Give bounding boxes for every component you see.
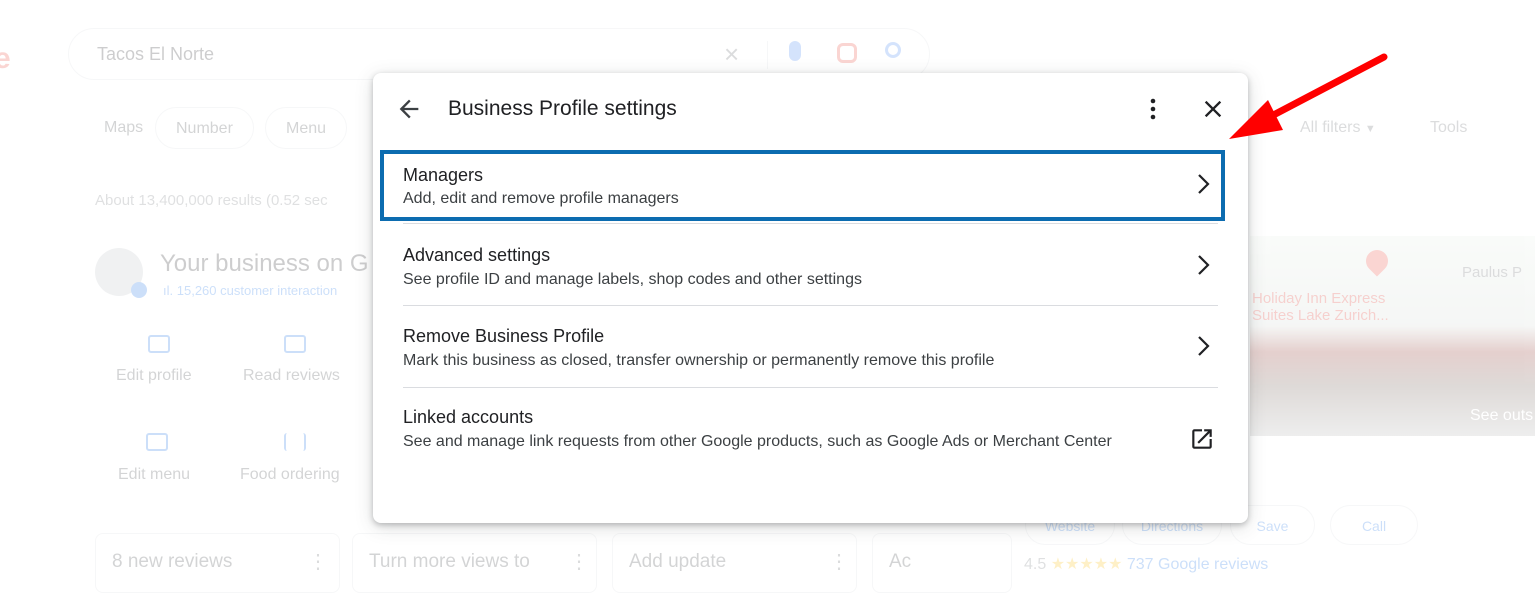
card-label: Ac (889, 551, 912, 572)
food-ordering-button[interactable]: Food ordering (240, 466, 340, 484)
edit-profile-button[interactable]: Edit profile (116, 367, 192, 385)
item-description: See and manage link requests from other … (403, 433, 1112, 450)
reviews-link[interactable]: 737 Google reviews (1127, 556, 1268, 573)
card-label: Turn more views to (369, 551, 530, 572)
search-query[interactable]: Tacos El Norte (97, 44, 214, 65)
item-description: Mark this business as closed, transfer o… (403, 352, 995, 369)
card-new-reviews[interactable]: 8 new reviews ⋮ (95, 533, 340, 593)
store-icon (148, 335, 170, 353)
item-title: Managers (403, 165, 484, 185)
read-reviews-button[interactable]: Read reviews (243, 367, 340, 385)
more-vert-icon[interactable]: ⋮ (308, 549, 328, 574)
call-button[interactable]: Call (1330, 505, 1418, 545)
map-place-label: Paulus P (1462, 264, 1523, 281)
map-hotel-label: Holiday Inn Express Suites Lake Zurich..… (1252, 290, 1389, 324)
dialog-title: Business Profile settings (448, 97, 677, 120)
all-filters-label: All filters (1300, 119, 1361, 136)
lens-icon[interactable] (837, 43, 857, 63)
chip-maps[interactable]: Maps (84, 107, 163, 149)
card-views[interactable]: Turn more views to ⋮ (352, 533, 597, 593)
item-title: Remove Business Profile (403, 326, 605, 346)
menu-book-icon (146, 433, 168, 451)
chip-number[interactable]: Number (155, 107, 254, 149)
bar-chart-icon: ıl. (163, 283, 174, 298)
card-ad[interactable]: Ac (872, 533, 1012, 593)
item-title: Advanced settings (403, 245, 551, 265)
rating-summary: 4.5 ★★★★★ 737 Google reviews (1024, 554, 1268, 574)
back-arrow-icon[interactable] (395, 95, 423, 123)
google-logo[interactable]: e (0, 42, 11, 76)
card-label: Add update (629, 551, 727, 572)
review-icon (284, 335, 306, 353)
card-label: 8 new reviews (112, 551, 233, 572)
rating-score: 4.5 (1024, 556, 1047, 573)
settings-item-linked-accounts[interactable]: Linked accounts See and manage link requ… (403, 388, 1218, 488)
utensils-icon (284, 433, 306, 451)
verified-check-icon (131, 282, 147, 298)
chevron-right-icon (1193, 252, 1213, 278)
settings-item-managers[interactable]: Managers Add, edit and remove profile ma… (403, 151, 1218, 224)
business-panel-subtitle: ıl. 15,260 customer interaction (163, 283, 338, 298)
chevron-right-icon (1193, 171, 1213, 197)
close-icon[interactable] (1199, 95, 1227, 123)
settings-item-remove-profile[interactable]: Remove Business Profile Mark this busine… (403, 306, 1218, 388)
more-vert-icon[interactable]: ⋮ (829, 549, 849, 574)
results-stats: About 13,400,000 results (0.52 sec (95, 192, 328, 209)
microphone-icon[interactable] (789, 41, 801, 61)
more-vert-icon[interactable] (1141, 95, 1165, 123)
business-panel-title: Your business on G (160, 250, 369, 277)
item-title: Linked accounts (403, 407, 534, 427)
star-rating-icon: ★★★★★ (1050, 556, 1123, 573)
card-add-update[interactable]: Add update ⋮ (612, 533, 857, 593)
open-in-new-icon (1189, 426, 1215, 452)
business-profile-settings-dialog: Business Profile settings Managers Add, … (373, 73, 1248, 523)
chip-menu[interactable]: Menu (265, 107, 348, 149)
chevron-right-icon (1193, 333, 1213, 359)
see-outside-button[interactable]: See outs (1470, 407, 1533, 425)
item-description: Add, edit and remove profile managers (403, 190, 679, 207)
more-vert-icon[interactable]: ⋮ (569, 549, 589, 574)
search-icon[interactable] (885, 42, 901, 58)
caret-down-icon: ▼ (1364, 123, 1376, 135)
edit-menu-button[interactable]: Edit menu (118, 466, 190, 484)
clear-icon[interactable]: × (724, 39, 739, 70)
tools-button[interactable]: Tools (1430, 119, 1467, 137)
item-description: See profile ID and manage labels, shop c… (403, 271, 862, 288)
settings-item-advanced[interactable]: Advanced settings See profile ID and man… (403, 224, 1218, 306)
all-filters-button[interactable]: All filters ▼ (1300, 119, 1376, 137)
search-divider (767, 41, 768, 69)
